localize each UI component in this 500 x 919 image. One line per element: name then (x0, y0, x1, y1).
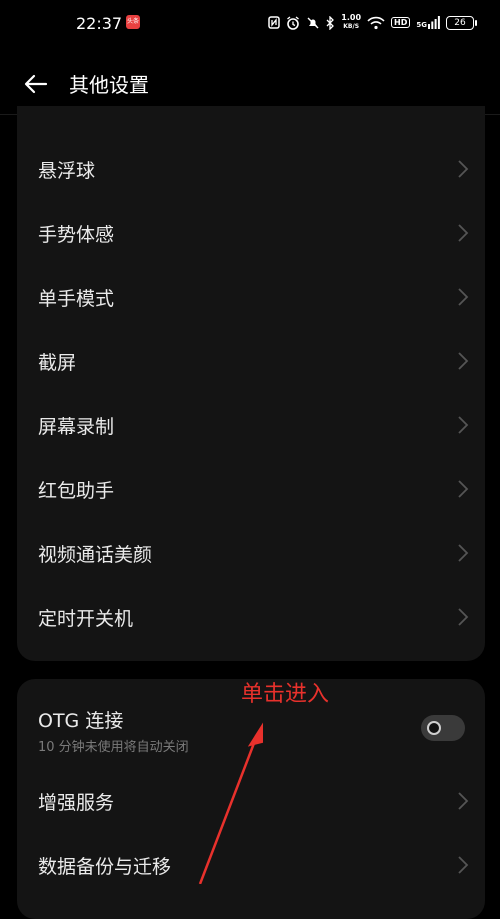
row-label: 手势体感 (38, 224, 115, 246)
row-label: 红包助手 (38, 480, 115, 502)
row-label: 定时开关机 (38, 608, 134, 630)
row-floating-ball[interactable]: 悬浮球 (17, 137, 485, 201)
chevron-right-icon (458, 224, 469, 242)
status-bar: 22:37 头条 1.00 KB/S HD 5G 26 (0, 0, 500, 50)
settings-group-1: 悬浮球 手势体感 单手模式 截屏 屏幕录制 红包助手 视频通话美颜 定时开关机 (17, 106, 485, 661)
annotation-text: 单击进入 (241, 682, 330, 707)
chevron-right-icon (458, 608, 469, 626)
back-button[interactable] (22, 70, 50, 98)
row-enhanced-services[interactable]: 增强服务 (17, 769, 485, 833)
status-icons: 1.00 KB/S HD 5G 26 (268, 14, 477, 31)
chevron-right-icon (458, 792, 469, 810)
chevron-right-icon (458, 416, 469, 434)
row-video-call-beauty[interactable]: 视频通话美颜 (17, 521, 485, 585)
network-speed: 1.00 KB/S (341, 14, 361, 31)
otg-toggle[interactable] (421, 715, 465, 741)
wifi-icon (367, 16, 385, 30)
row-label: 单手模式 (38, 288, 115, 310)
row-scheduled-power[interactable]: 定时开关机 (17, 585, 485, 649)
row-label: 增强服务 (38, 792, 115, 814)
nfc-icon (268, 16, 281, 29)
chevron-right-icon (458, 856, 469, 874)
settings-group-2: OTG 连接 10 分钟未使用将自动关闭 增强服务 数据备份与迁移 (17, 679, 485, 919)
row-screen-recording[interactable]: 屏幕录制 (17, 393, 485, 457)
row-red-packet-assistant[interactable]: 红包助手 (17, 457, 485, 521)
battery-icon: 26 (446, 15, 477, 30)
row-label: 屏幕录制 (38, 416, 115, 438)
otg-label: OTG 连接 (38, 710, 124, 732)
row-label: 数据备份与迁移 (38, 856, 172, 878)
signal-label: 5G (416, 21, 427, 29)
row-label: 视频通话美颜 (38, 544, 153, 566)
speed-value: 1.00 (341, 13, 362, 22)
speed-unit: KB/S (343, 23, 360, 30)
otg-description: 10 分钟未使用将自动关闭 (38, 740, 189, 755)
chevron-right-icon (458, 352, 469, 370)
bluetooth-icon (326, 15, 335, 30)
page-title: 其他设置 (69, 73, 149, 97)
status-time: 22:37 (76, 14, 123, 33)
row-label: 截屏 (38, 352, 77, 374)
row-one-hand-mode[interactable]: 单手模式 (17, 265, 485, 329)
mute-icon (306, 16, 320, 30)
alarm-icon (286, 15, 300, 30)
back-arrow-icon (24, 74, 48, 94)
chevron-right-icon (458, 160, 469, 178)
row-data-backup-migration[interactable]: 数据备份与迁移 (17, 833, 485, 897)
hd-badge: HD (391, 17, 411, 28)
header: 其他设置 (0, 56, 500, 112)
chevron-right-icon (458, 480, 469, 498)
toggle-knob (427, 721, 441, 735)
row-screenshot[interactable]: 截屏 (17, 329, 485, 393)
chevron-right-icon (458, 288, 469, 306)
signal-icon: 5G (416, 16, 440, 29)
chevron-right-icon (458, 544, 469, 562)
row-label: 悬浮球 (38, 160, 96, 182)
row-gesture-motion[interactable]: 手势体感 (17, 201, 485, 265)
news-app-icon: 头条 (126, 15, 140, 29)
